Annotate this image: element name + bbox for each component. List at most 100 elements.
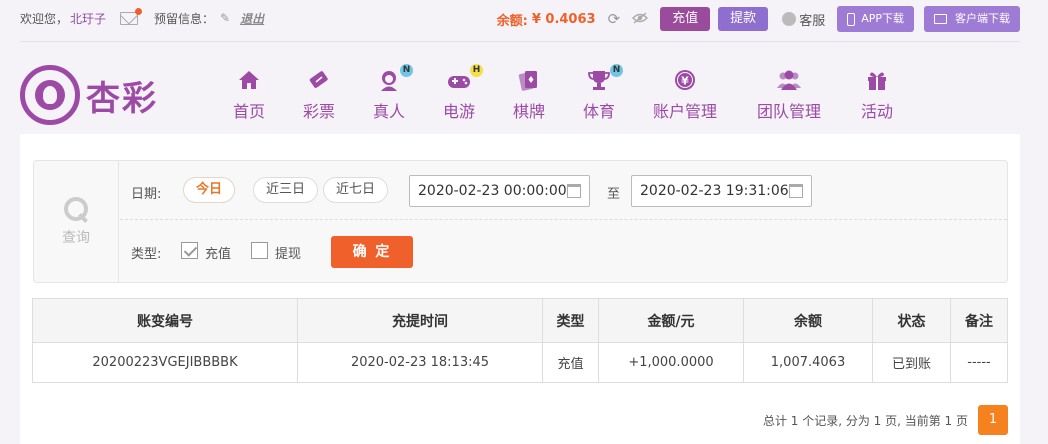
team-icon: [776, 68, 802, 92]
deposit-button[interactable]: 充值: [660, 7, 711, 31]
dealer-icon: N: [376, 64, 413, 92]
date-label: 日期:: [131, 187, 162, 202]
col-status: 状态: [872, 298, 951, 343]
nav-item-lottery[interactable]: 彩票: [290, 68, 348, 124]
cards-icon: [516, 68, 542, 92]
confirm-button[interactable]: 确 定: [331, 236, 413, 268]
nav-item-sports[interactable]: N 体育: [570, 64, 628, 124]
col-transaction-id: 账变编号: [32, 298, 298, 343]
svg-text:¥: ¥: [681, 75, 689, 88]
gift-icon: [864, 68, 890, 92]
nav-label: 电游: [442, 102, 475, 121]
col-remark: 备注: [950, 298, 1008, 343]
trophy-icon: N: [586, 64, 623, 92]
username[interactable]: 北玗子: [70, 10, 106, 27]
mail-icon[interactable]: [120, 7, 143, 25]
start-date-input[interactable]: 2020-02-23 00:00:00: [409, 175, 590, 207]
cell-balance: 1,007.4063: [743, 342, 873, 383]
nav-item-chess[interactable]: 棋牌: [500, 68, 558, 124]
refresh-icon[interactable]: ⟳: [608, 10, 621, 28]
client-download-button[interactable]: 客户端下载: [924, 6, 1020, 32]
ticket-icon: [306, 68, 332, 92]
top-bar: 欢迎您， 北玗子 预留信息： ✎ 退出 余额: ¥ 0.4063 ⟳ 充值 提款…: [0, 0, 1048, 38]
query-side: 查询: [34, 161, 119, 282]
row-divider: [120, 219, 1007, 220]
reserve-info-label: 预留信息：: [154, 11, 215, 26]
balance-value: ¥ 0.4063: [531, 11, 596, 27]
nav-label: 团队管理: [756, 102, 821, 121]
service-avatar-icon: [782, 12, 797, 26]
withdraw-button[interactable]: 提款: [718, 7, 769, 31]
quick-7days-button[interactable]: 近七日: [323, 177, 389, 203]
start-date-value: 2020-02-23 00:00:00: [418, 183, 567, 199]
pagination: 总计 1 个记录, 分为 1 页, 当前第 1 页 1: [763, 404, 1008, 436]
app-download-button[interactable]: APP下载: [837, 6, 914, 32]
nav-label: 彩票: [302, 102, 335, 121]
col-type: 类型: [542, 298, 599, 343]
gamepad-icon: H: [446, 64, 483, 92]
cell-status: 已到账: [872, 342, 951, 383]
phone-icon: [847, 12, 856, 26]
pagination-summary: 总计 1 个记录, 分为 1 页, 当前第 1 页: [762, 413, 968, 428]
nav-item-team[interactable]: 团队管理: [744, 68, 834, 124]
cell-time: 2020-02-23 18:13:45: [297, 342, 543, 383]
magnifier-icon: [64, 197, 88, 221]
unread-dot: [135, 7, 143, 15]
nav-label: 活动: [860, 102, 893, 121]
new-badge: N: [400, 64, 413, 77]
new-badge: N: [610, 64, 623, 77]
top-divider: [20, 41, 1020, 42]
logout-link[interactable]: 退出: [240, 10, 264, 27]
calendar-icon[interactable]: [789, 184, 803, 198]
yen-coin-icon: ¥: [672, 68, 698, 92]
type-label: 类型:: [131, 247, 162, 262]
col-balance: 余额: [743, 298, 873, 343]
end-date-input[interactable]: 2020-02-23 19:31:06: [631, 175, 812, 207]
nav-label: 体育: [582, 102, 615, 121]
app-download-label: APP下载: [861, 12, 904, 25]
content-panel: 查询 日期: 今日 近三日 近七日 2020-02-23 00:00:00 至 …: [20, 134, 1020, 444]
col-time: 充提时间: [297, 298, 543, 343]
table-header-row: 账变编号 充提时间 类型 金额/元 余额 状态 备注: [32, 298, 1008, 343]
client-download-label: 客户端下载: [955, 12, 1010, 25]
nav-label: 棋牌: [512, 102, 545, 121]
nav-label: 首页: [232, 102, 265, 121]
col-amount: 金额/元: [598, 298, 744, 343]
nav-item-live[interactable]: N 真人: [360, 64, 418, 124]
withdraw-type-label[interactable]: 提现: [275, 243, 301, 262]
cell-amount: +1,000.0000: [598, 342, 744, 383]
monitor-icon: [934, 14, 947, 24]
welcome-text: 欢迎您，: [20, 11, 69, 26]
edit-icon[interactable]: ✎: [220, 11, 230, 25]
nav-item-egame[interactable]: H 电游: [430, 64, 488, 124]
nav-item-home[interactable]: 首页: [220, 68, 278, 124]
cell-transaction-id: 20200223VGEJIBBBBK: [32, 342, 298, 383]
logo-mark-icon: [20, 65, 80, 125]
customer-service-link[interactable]: 客服: [782, 10, 825, 29]
user-info: 欢迎您， 北玗子 预留信息： ✎ 退出: [20, 7, 264, 28]
page-button-current[interactable]: 1: [978, 405, 1008, 435]
withdraw-type-checkbox[interactable]: [251, 242, 268, 259]
quick-3days-button[interactable]: 近三日: [253, 177, 319, 203]
site-logo[interactable]: 杏彩: [20, 64, 170, 126]
calendar-icon[interactable]: [567, 184, 581, 198]
home-icon: [236, 68, 262, 92]
nav-item-account[interactable]: ¥ 账户管理: [640, 68, 730, 124]
end-date-value: 2020-02-23 19:31:06: [640, 183, 789, 199]
nav-label: 账户管理: [652, 102, 717, 121]
quick-today-button[interactable]: 今日: [183, 177, 236, 203]
cell-remark: -----: [950, 342, 1008, 383]
nav-item-promotions[interactable]: 活动: [848, 68, 906, 124]
cell-type: 充值: [542, 342, 599, 383]
balance-label: 余额:: [496, 13, 528, 29]
deposit-type-label[interactable]: 充值: [205, 243, 231, 262]
nav-label: 真人: [372, 102, 405, 121]
query-label: 查询: [62, 230, 90, 246]
deposit-type-checkbox[interactable]: [181, 242, 198, 259]
hide-eye-icon[interactable]: [632, 10, 649, 28]
service-label: 客服: [799, 13, 826, 29]
type-row: 类型: 充值 提现 确 定: [131, 235, 991, 269]
query-form: 查询 日期: 今日 近三日 近七日 2020-02-23 00:00:00 至 …: [33, 160, 1008, 283]
hot-badge: H: [470, 64, 483, 77]
date-row: 日期: 今日 近三日 近七日 2020-02-23 00:00:00 至 202…: [131, 175, 991, 207]
